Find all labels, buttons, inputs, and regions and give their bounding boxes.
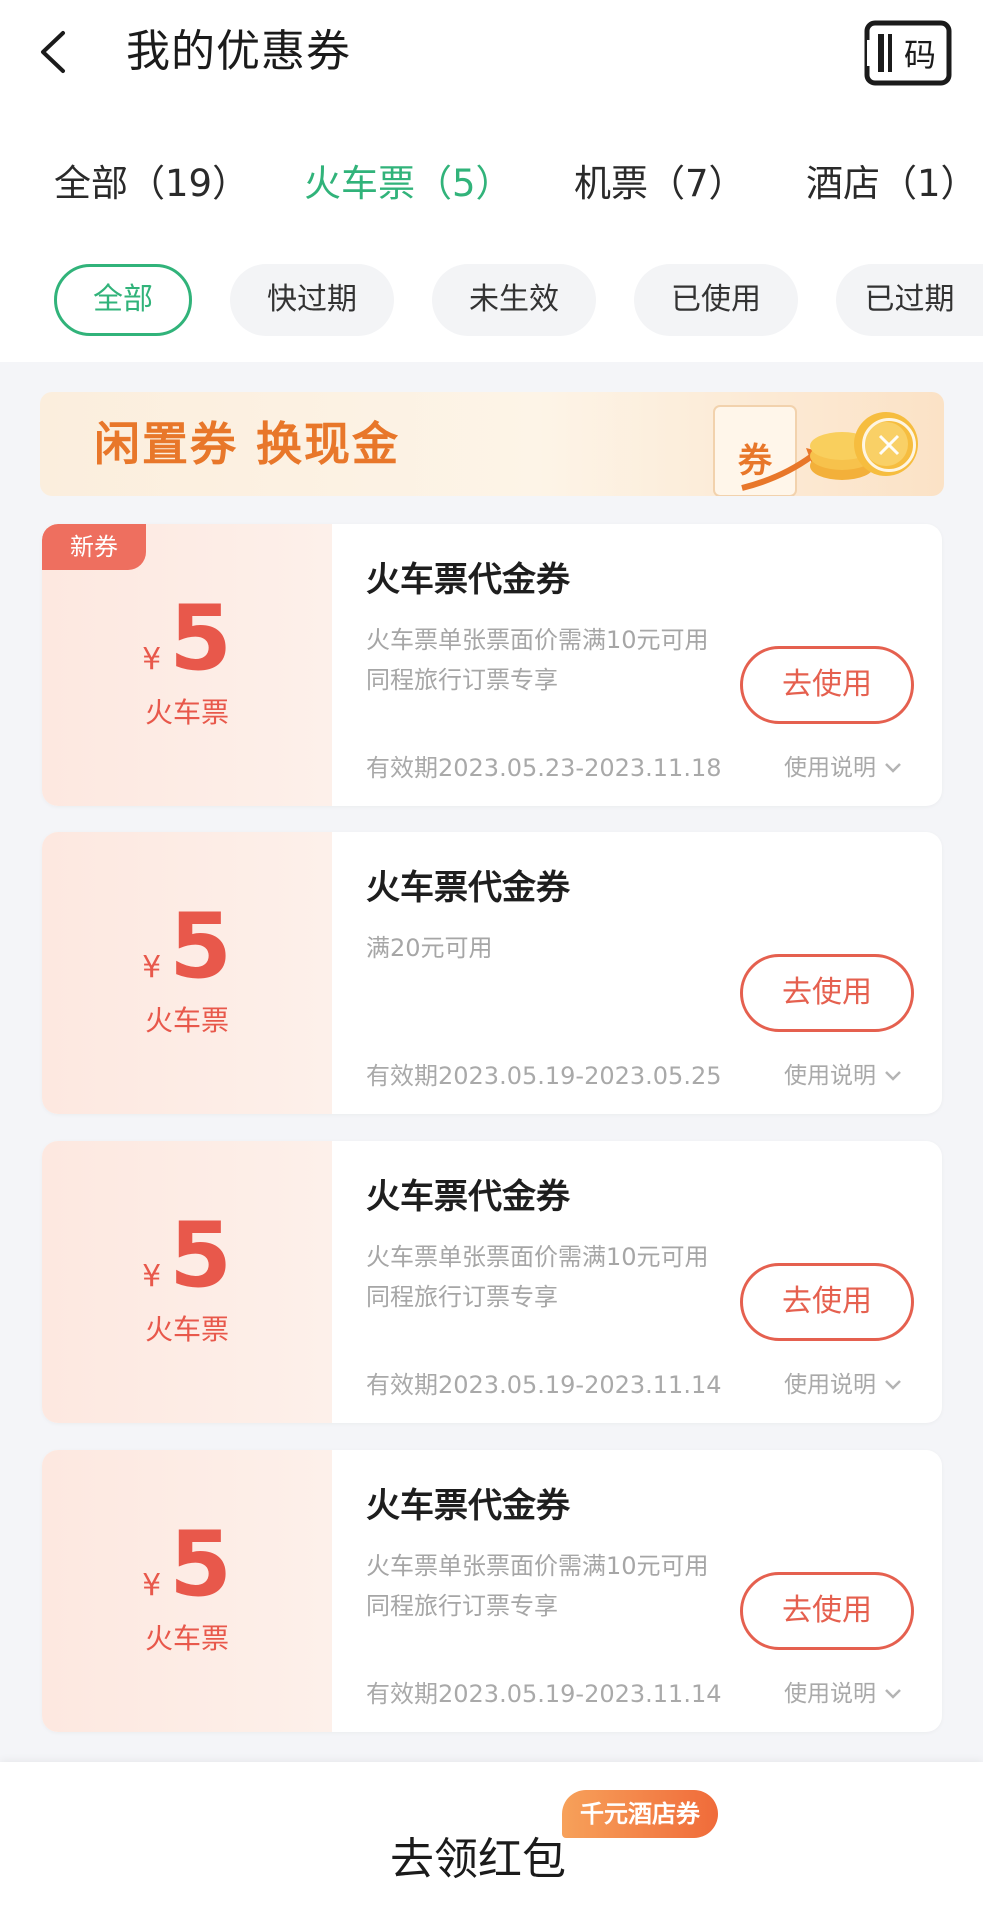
coupon-card: ¥ 5 火车票 火车票代金券 火车票单张票面价需满10元可用 同程旅行订票专享 … — [42, 1141, 942, 1423]
coupon-scope: 同程旅行订票专享 — [366, 1592, 558, 1620]
currency-symbol: ¥ — [142, 1568, 162, 1603]
usage-instructions-toggle[interactable]: 使用说明 — [784, 1367, 902, 1403]
coupon-condition: 火车票单张票面价需满10元可用 — [366, 1552, 709, 1580]
code-icon-label: 码 — [904, 36, 936, 74]
coupon-card: ¥ 5 火车票 新券 火车票代金券 火车票单张票面价需满10元可用 同程旅行订票… — [42, 524, 942, 806]
banner-ticket-label: 券 — [738, 441, 773, 481]
category-tabs: 全部（19） 火车票（5） 机票（7） 酒店（1） — [0, 120, 983, 240]
banner-text: 闲置券 换现金 — [94, 417, 401, 471]
tab-all[interactable]: 全部（19） — [54, 156, 249, 212]
chevron-down-icon — [885, 763, 901, 773]
currency-symbol: ¥ — [142, 1259, 162, 1294]
currency-symbol: ¥ — [142, 950, 162, 985]
validity-period: 有效期2023.05.23-2023.11.18 — [366, 754, 722, 782]
filter-all[interactable]: 全部 — [54, 264, 192, 336]
coupon-value-panel: ¥ 5 火车票 — [42, 832, 332, 1114]
coupon-condition: 满20元可用 — [366, 934, 493, 962]
usage-instructions-toggle[interactable]: 使用说明 — [784, 1676, 902, 1712]
coupon-scope: 同程旅行订票专享 — [366, 1283, 558, 1311]
coupon-card: ¥ 5 火车票 火车票代金券 满20元可用 去使用 有效期2023.05.19-… — [42, 832, 942, 1114]
status-filters: 全部 快过期 未生效 已使用 已过期 — [0, 240, 983, 362]
filter-expiring[interactable]: 快过期 — [230, 264, 394, 336]
coupon-description: 火车票单张票面价需满10元可用 同程旅行订票专享 — [366, 1237, 786, 1317]
use-coupon-button[interactable]: 去使用 — [740, 1263, 914, 1341]
use-coupon-button[interactable]: 去使用 — [740, 1572, 914, 1650]
usage-instructions-toggle[interactable]: 使用说明 — [784, 1058, 902, 1094]
close-icon — [878, 434, 900, 456]
filter-used[interactable]: 已使用 — [634, 264, 798, 336]
coupon-page: 我的优惠券 码 全部（19） 火车票（5） 机票（7） 酒店（1） 全部 快过期… — [0, 0, 983, 1920]
coupon-title: 火车票代金券 — [366, 1177, 570, 1217]
coupon-card: ¥ 5 火车票 火车票代金券 火车票单张票面价需满10元可用 同程旅行订票专享 … — [42, 1450, 942, 1732]
chevron-down-icon — [885, 1689, 901, 1699]
instructions-label: 使用说明 — [784, 1063, 876, 1089]
amount-value: 5 — [169, 1203, 232, 1308]
coupon-condition: 火车票单张票面价需满10元可用 — [366, 1243, 709, 1271]
validity-period: 有效期2023.05.19-2023.11.14 — [366, 1371, 722, 1399]
chevron-down-icon — [885, 1071, 901, 1081]
coupon-amount: ¥ 5 — [42, 1510, 332, 1620]
tab-train[interactable]: 火车票（5） — [304, 156, 513, 212]
use-coupon-button[interactable]: 去使用 — [740, 646, 914, 724]
instructions-label: 使用说明 — [784, 1372, 876, 1398]
page-title: 我的优惠券 — [126, 26, 351, 77]
amount-value: 5 — [169, 586, 232, 691]
coupon-type: 火车票 — [144, 1622, 229, 1655]
banner-close-button[interactable] — [862, 418, 916, 472]
coupon-title: 火车票代金券 — [366, 1486, 570, 1526]
bottom-bar: 去领红包 千元酒店券 — [0, 1762, 983, 1920]
chevron-left-icon — [41, 31, 65, 73]
usage-instructions-toggle[interactable]: 使用说明 — [784, 750, 902, 786]
coupon-description: 火车票单张票面价需满10元可用 同程旅行订票专享 — [366, 620, 786, 700]
validity-period: 有效期2023.05.19-2023.05.25 — [366, 1062, 722, 1090]
coupon-title: 火车票代金券 — [366, 560, 570, 600]
filter-not-effective[interactable]: 未生效 — [432, 264, 596, 336]
amount-value: 5 — [169, 1512, 232, 1617]
barcode-icon: 码 — [864, 20, 952, 86]
validity-period: 有效期2023.05.19-2023.11.14 — [366, 1680, 722, 1708]
instructions-label: 使用说明 — [784, 1681, 876, 1707]
tab-hotel[interactable]: 酒店（1） — [806, 156, 978, 212]
coupon-value-panel: ¥ 5 火车票 — [42, 1141, 332, 1423]
coupon-description: 满20元可用 — [366, 928, 786, 968]
coupon-type: 火车票 — [144, 1313, 229, 1346]
coupon-type: 火车票 — [144, 1004, 229, 1037]
currency-symbol: ¥ — [142, 642, 162, 677]
amount-value: 5 — [169, 894, 232, 999]
header: 我的优惠券 码 — [0, 0, 983, 120]
tab-flight[interactable]: 机票（7） — [574, 156, 746, 212]
hotel-coupon-badge: 千元酒店券 — [562, 1790, 718, 1838]
coupon-title: 火车票代金券 — [366, 868, 570, 908]
qr-code-button[interactable]: 码 — [864, 20, 952, 86]
filter-expired[interactable]: 已过期 — [836, 264, 983, 336]
back-button[interactable] — [28, 22, 78, 82]
get-red-packet-button[interactable]: 去领红包 — [390, 1828, 566, 1892]
coupon-amount: ¥ 5 — [42, 892, 332, 1002]
coupon-amount: ¥ 5 — [42, 584, 332, 694]
coupon-condition: 火车票单张票面价需满10元可用 — [366, 626, 709, 654]
coupon-description: 火车票单张票面价需满10元可用 同程旅行订票专享 — [366, 1546, 786, 1626]
chevron-down-icon — [885, 1380, 901, 1390]
exchange-banner[interactable]: 闲置券 换现金 券 — [40, 392, 944, 496]
new-coupon-badge: 新券 — [42, 524, 146, 570]
coupon-value-panel: ¥ 5 火车票 — [42, 1450, 332, 1732]
coupon-scope: 同程旅行订票专享 — [366, 666, 558, 694]
coupon-type: 火车票 — [144, 696, 229, 729]
coupon-amount: ¥ 5 — [42, 1201, 332, 1311]
instructions-label: 使用说明 — [784, 755, 876, 781]
use-coupon-button[interactable]: 去使用 — [740, 954, 914, 1032]
